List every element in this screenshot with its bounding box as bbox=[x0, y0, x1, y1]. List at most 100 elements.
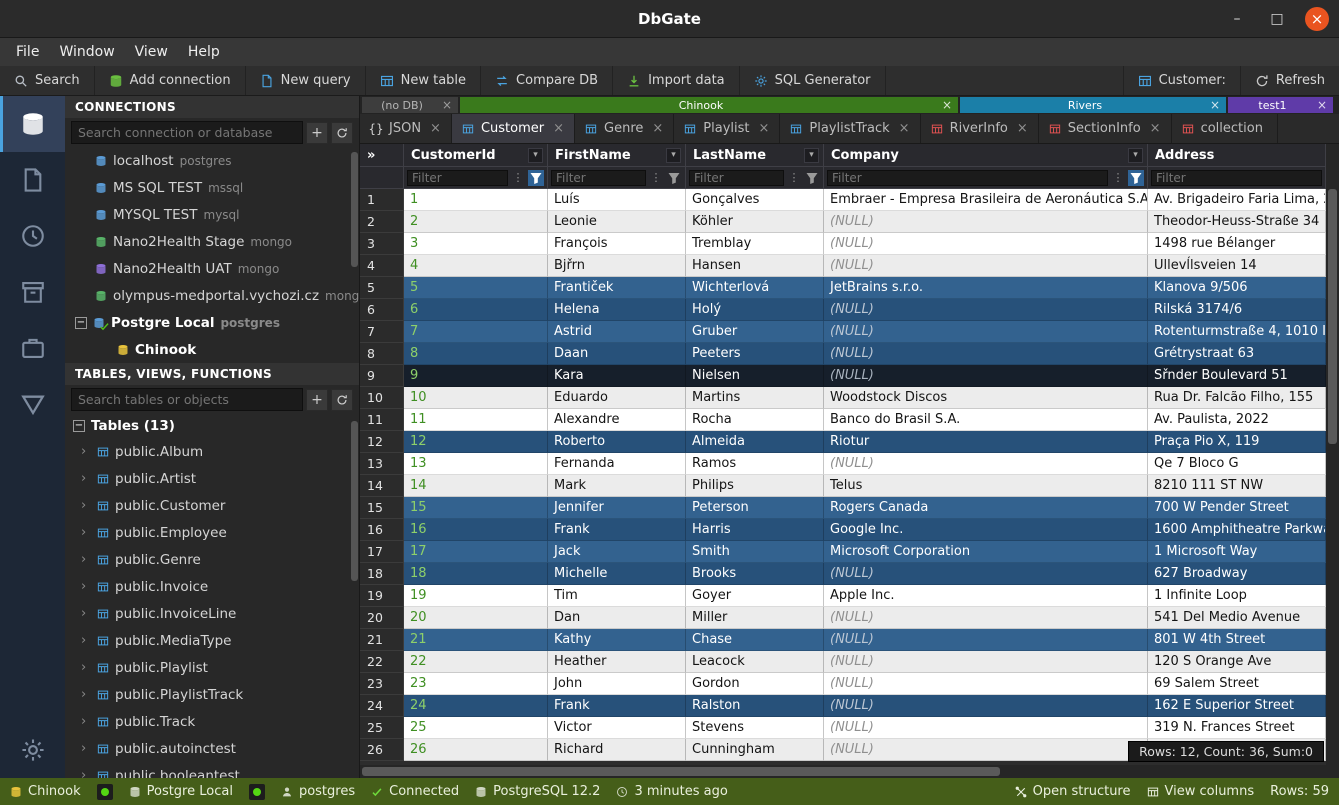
cell-firstname[interactable]: Frank bbox=[548, 695, 686, 717]
chevron-right-icon[interactable]: › bbox=[81, 579, 91, 594]
cell-lastname[interactable]: Chase bbox=[686, 629, 824, 651]
cell-firstname[interactable]: Alexandre bbox=[548, 409, 686, 431]
cell-company[interactable]: (NULL) bbox=[824, 651, 1148, 673]
database-tab-test1[interactable]: test1× bbox=[1228, 97, 1333, 113]
cell-lastname[interactable]: Hansen bbox=[686, 255, 824, 277]
chevron-right-icon[interactable]: › bbox=[81, 471, 91, 486]
cell-customerid[interactable]: 9 bbox=[404, 365, 548, 387]
filter-menu-icon[interactable]: ⋮ bbox=[786, 170, 802, 186]
cell-company[interactable]: (NULL) bbox=[824, 607, 1148, 629]
chevron-right-icon[interactable]: › bbox=[81, 444, 91, 459]
tables-group[interactable]: − Tables (13) bbox=[65, 414, 359, 438]
table-row[interactable]: 1313FernandaRamos(NULL)Qe 7 Bloco G bbox=[360, 453, 1326, 475]
cell-company[interactable]: (NULL) bbox=[824, 717, 1148, 739]
chevron-right-icon[interactable]: › bbox=[81, 525, 91, 540]
toolbar-button-refresh[interactable]: Refresh bbox=[1240, 66, 1339, 95]
close-tab-icon[interactable]: × bbox=[1150, 121, 1161, 136]
toolbar-button-search[interactable]: Search bbox=[0, 66, 95, 95]
connection-item-chinook[interactable]: Chinook bbox=[65, 336, 359, 363]
cell-address[interactable]: Ullevĺlsveien 14 bbox=[1148, 255, 1326, 277]
table-row[interactable]: 1414MarkPhilipsTelus8210 111 ST NW bbox=[360, 475, 1326, 497]
cell-company[interactable]: Riotur bbox=[824, 431, 1148, 453]
cell-customerid[interactable]: 12 bbox=[404, 431, 548, 453]
cell-firstname[interactable]: Roberto bbox=[548, 431, 686, 453]
row-number[interactable]: 15 bbox=[360, 497, 404, 519]
menu-item-window[interactable]: Window bbox=[49, 41, 124, 63]
table-item-public-booleantest[interactable]: ›public.booleantest bbox=[65, 762, 359, 778]
cell-customerid[interactable]: 10 bbox=[404, 387, 548, 409]
table-row[interactable]: 1818MichelleBrooks(NULL)627 Broadway bbox=[360, 563, 1326, 585]
close-tab-icon[interactable]: × bbox=[1017, 121, 1028, 136]
cell-firstname[interactable]: Leonie bbox=[548, 211, 686, 233]
table-item-public-genre[interactable]: ›public.Genre bbox=[65, 546, 359, 573]
vertical-scrollbar-thumb[interactable] bbox=[1328, 189, 1337, 444]
cell-company[interactable]: (NULL) bbox=[824, 629, 1148, 651]
cell-firstname[interactable]: Tim bbox=[548, 585, 686, 607]
table-row[interactable]: 1717JackSmithMicrosoft Corporation1 Micr… bbox=[360, 541, 1326, 563]
filter-menu-icon[interactable]: ⋮ bbox=[510, 170, 526, 186]
cell-customerid[interactable]: 3 bbox=[404, 233, 548, 255]
cell-address[interactable]: 627 Broadway bbox=[1148, 563, 1326, 585]
cell-company[interactable]: (NULL) bbox=[824, 299, 1148, 321]
sidebar-scrollbar-thumb[interactable] bbox=[351, 421, 358, 581]
row-number[interactable]: 20 bbox=[360, 607, 404, 629]
cell-firstname[interactable]: Mark bbox=[548, 475, 686, 497]
chevron-right-icon[interactable]: › bbox=[81, 714, 91, 729]
row-number[interactable]: 5 bbox=[360, 277, 404, 299]
cell-customerid[interactable]: 14 bbox=[404, 475, 548, 497]
filter-input-address[interactable] bbox=[1151, 170, 1322, 186]
table-item-public-track[interactable]: ›public.Track bbox=[65, 708, 359, 735]
cell-customerid[interactable]: 25 bbox=[404, 717, 548, 739]
maximize-button[interactable]: □ bbox=[1265, 7, 1289, 31]
cell-lastname[interactable]: Tremblay bbox=[686, 233, 824, 255]
collapse-icon[interactable]: − bbox=[73, 420, 85, 432]
row-number[interactable]: 23 bbox=[360, 673, 404, 695]
row-number[interactable]: 19 bbox=[360, 585, 404, 607]
status-view-columns[interactable]: View columns bbox=[1147, 784, 1255, 799]
filter-input-customerid[interactable] bbox=[407, 170, 508, 186]
row-number[interactable]: 8 bbox=[360, 343, 404, 365]
cell-address[interactable]: 1600 Amphitheatre Parkway bbox=[1148, 519, 1326, 541]
row-number[interactable]: 14 bbox=[360, 475, 404, 497]
filter-funnel-icon[interactable] bbox=[1128, 170, 1144, 186]
table-item-public-autoinctest[interactable]: ›public.autoinctest bbox=[65, 735, 359, 762]
tables-refresh-button[interactable] bbox=[331, 389, 353, 411]
connection-item-mysql-test[interactable]: MYSQL TESTmysql bbox=[65, 201, 359, 228]
cell-company[interactable]: Apple Inc. bbox=[824, 585, 1148, 607]
tab-genre[interactable]: Genre× bbox=[575, 114, 674, 143]
row-number[interactable]: 4 bbox=[360, 255, 404, 277]
table-row[interactable]: 2020DanMiller(NULL)541 Del Medio Avenue bbox=[360, 607, 1326, 629]
cell-customerid[interactable]: 17 bbox=[404, 541, 548, 563]
connection-item-nano2health-uat[interactable]: Nano2Health UATmongo bbox=[65, 255, 359, 282]
column-menu-icon[interactable]: ▾ bbox=[804, 148, 819, 163]
table-item-public-artist[interactable]: ›public.Artist bbox=[65, 465, 359, 492]
cell-address[interactable]: 8210 111 ST NW bbox=[1148, 475, 1326, 497]
cell-address[interactable]: Sřnder Boulevard 51 bbox=[1148, 365, 1326, 387]
connection-item-localhost[interactable]: localhostpostgres bbox=[65, 147, 359, 174]
cell-lastname[interactable]: Gonçalves bbox=[686, 189, 824, 211]
tables-search-input[interactable] bbox=[71, 388, 303, 411]
cell-lastname[interactable]: Ralston bbox=[686, 695, 824, 717]
cell-lastname[interactable]: Leacock bbox=[686, 651, 824, 673]
cell-customerid[interactable]: 26 bbox=[404, 739, 548, 761]
chevron-right-icon[interactable]: › bbox=[81, 660, 91, 675]
connection-search-input[interactable] bbox=[71, 121, 303, 144]
cell-address[interactable]: Rua Dr. Falcão Filho, 155 bbox=[1148, 387, 1326, 409]
cell-customerid[interactable]: 24 bbox=[404, 695, 548, 717]
cell-firstname[interactable]: Dan bbox=[548, 607, 686, 629]
row-number[interactable]: 12 bbox=[360, 431, 404, 453]
column-header-customerid[interactable]: CustomerId▾ bbox=[404, 144, 548, 167]
cell-lastname[interactable]: Harris bbox=[686, 519, 824, 541]
cell-lastname[interactable]: Peeters bbox=[686, 343, 824, 365]
toolbar-button-new-query[interactable]: New query bbox=[246, 66, 366, 95]
table-item-public-playlist[interactable]: ›public.Playlist bbox=[65, 654, 359, 681]
vertical-scrollbar[interactable] bbox=[1326, 144, 1339, 765]
title-bar[interactable]: DbGate – □ × bbox=[0, 0, 1339, 38]
cell-customerid[interactable]: 11 bbox=[404, 409, 548, 431]
row-number[interactable]: 6 bbox=[360, 299, 404, 321]
cell-customerid[interactable]: 20 bbox=[404, 607, 548, 629]
cell-company[interactable]: (NULL) bbox=[824, 343, 1148, 365]
row-number[interactable]: 2 bbox=[360, 211, 404, 233]
cell-firstname[interactable]: Frank bbox=[548, 519, 686, 541]
filter-funnel-icon[interactable] bbox=[804, 170, 820, 186]
